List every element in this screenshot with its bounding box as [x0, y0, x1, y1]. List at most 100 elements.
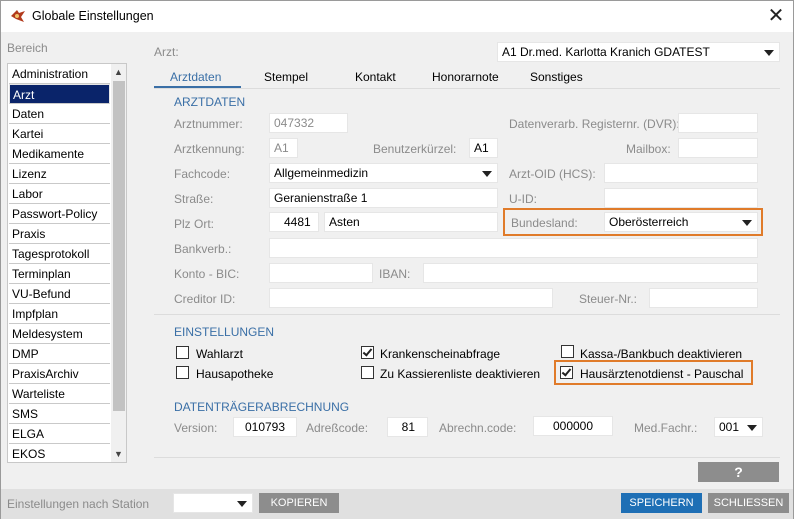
version-field[interactable]: 010793 — [233, 417, 297, 437]
sidebar-item-meldesystem[interactable]: Meldesystem — [9, 324, 110, 344]
hausapotheke-checkbox[interactable] — [176, 366, 189, 379]
tab-kontakt[interactable]: Kontakt — [355, 70, 396, 84]
medfachr-select-value: 001 — [719, 420, 740, 434]
iban-label: IBAN: — [379, 267, 411, 281]
sidebar-item-terminplan[interactable]: Terminplan — [9, 264, 110, 284]
sidebar-item-ekos[interactable]: EKOS — [9, 444, 110, 462]
sidebar-item-sms[interactable]: SMS — [9, 404, 110, 424]
medfachr-select[interactable]: 001 — [714, 417, 763, 437]
help-button[interactable]: ? — [698, 462, 779, 482]
arztnummer-label: Arztnummer: — [174, 117, 243, 131]
hausapotheke-label: Hausapotheke — [196, 367, 274, 381]
sidebar-item-lizenz[interactable]: Lizenz — [9, 164, 110, 184]
arzt-select[interactable]: A1 Dr.med. Karlotta Kranich GDATEST — [497, 42, 780, 62]
arzt-label: Arzt: — [154, 45, 179, 59]
kassierenliste-checkbox[interactable] — [361, 366, 374, 379]
sidebar-item-medikamente[interactable]: Medikamente — [9, 144, 110, 164]
wahlarzt-checkbox[interactable] — [176, 346, 189, 359]
app-logo-icon — [11, 10, 25, 22]
scroll-thumb[interactable] — [113, 81, 125, 411]
bankverb-field[interactable] — [269, 238, 758, 258]
sidebar-item-passwort-policy[interactable]: Passwort-Policy — [9, 204, 110, 224]
bundesland-label: Bundesland: — [511, 216, 578, 230]
tab-arztdaten[interactable]: Arztdaten — [170, 70, 221, 84]
bundesland-select-value: Oberösterreich — [609, 215, 689, 229]
fachcode-label: Fachcode: — [174, 167, 231, 181]
arztnummer-field[interactable]: 047332 — [269, 113, 348, 133]
arzt-oid-label: Arzt-OID (HCS): — [509, 167, 596, 181]
sidebar-item-praxisarchiv[interactable]: PraxisArchiv — [9, 364, 110, 384]
chevron-down-icon — [742, 220, 752, 226]
arzt-oid-field[interactable] — [604, 163, 758, 183]
sidebar-heading: Bereich — [7, 41, 48, 55]
sidebar-item-tagesprotokoll[interactable]: Tagesprotokoll — [9, 244, 110, 264]
settings-window: Globale Einstellungen ✕ Bereich Administ… — [0, 0, 794, 519]
sidebar-item-praxis[interactable]: Praxis — [9, 224, 110, 244]
creditor-label: Creditor ID: — [174, 292, 236, 306]
scroll-down-icon[interactable]: ▼ — [111, 446, 126, 462]
creditor-field[interactable] — [269, 288, 553, 308]
plz-field[interactable]: 4481 — [269, 212, 319, 232]
kassabuch-label: Kassa-/Bankbuch deaktivieren — [580, 347, 743, 361]
steuer-label: Steuer-Nr.: — [579, 292, 638, 306]
chevron-down-icon — [764, 50, 774, 56]
krankenschein-checkbox[interactable] — [361, 346, 374, 359]
notdienst-label: Hausärztenotdienst - Pauschal — [580, 367, 744, 381]
sidebar-list[interactable]: Administration Arzt Daten Kartei Medikamente… — [7, 63, 127, 463]
scroll-up-icon[interactable]: ▲ — [111, 64, 126, 80]
tab-divider — [154, 88, 780, 89]
strasse-field[interactable]: Geranienstraße 1 — [269, 188, 498, 208]
iban-field[interactable] — [423, 263, 758, 283]
section-datentraeger: DATENTRÄGERABRECHNUNG — [174, 400, 350, 414]
schliessen-button[interactable]: SCHLIESSEN — [708, 493, 789, 513]
abrechncode-field[interactable]: 000000 — [533, 416, 613, 436]
sidebar-item-vu-befund[interactable]: VU-Befund — [9, 284, 110, 304]
sidebar-item-labor[interactable]: Labor — [9, 184, 110, 204]
close-icon[interactable]: ✕ — [761, 3, 791, 29]
tab-stempel[interactable]: Stempel — [264, 70, 308, 84]
sidebar-item-kartei[interactable]: Kartei — [9, 124, 110, 144]
adresscode-label: Adreßcode: — [306, 421, 369, 435]
sidebar-item-impfplan[interactable]: Impfplan — [9, 304, 110, 324]
wahlarzt-label: Wahlarzt — [196, 347, 243, 361]
section-divider — [154, 314, 780, 315]
arztkennung-field[interactable]: A1 — [269, 138, 298, 158]
medfachr-label: Med.Fachr.: — [634, 421, 698, 435]
benutzerkuerzel-field[interactable]: A1 — [469, 138, 498, 158]
tab-honorarnote[interactable]: Honorarnote — [432, 70, 499, 84]
speichern-button[interactable]: SPEICHERN — [621, 493, 702, 513]
kassabuch-checkbox[interactable] — [561, 345, 574, 358]
steuer-field[interactable] — [649, 288, 758, 308]
sidebar-item-arzt[interactable]: Arzt — [9, 84, 110, 104]
mailbox-field[interactable] — [678, 138, 758, 158]
bic-field[interactable] — [269, 263, 373, 283]
ort-field[interactable]: Asten — [324, 212, 498, 232]
station-label: Einstellungen nach Station — [7, 497, 150, 511]
abrechncode-label: Abrechn.code: — [439, 421, 517, 435]
arztkennung-label: Arztkennung: — [174, 142, 245, 156]
mailbox-label: Mailbox: — [626, 142, 671, 156]
kopieren-button[interactable]: KOPIEREN — [259, 493, 339, 513]
sidebar-item-dmp[interactable]: DMP — [9, 344, 110, 364]
sidebar-item-warteliste[interactable]: Warteliste — [9, 384, 110, 404]
chevron-down-icon — [482, 171, 492, 177]
dvr-label: Datenverarb. Registernr. (DVR): — [509, 117, 680, 131]
sidebar-item-elga[interactable]: ELGA — [9, 424, 110, 444]
bundesland-select[interactable]: Oberösterreich — [604, 212, 758, 232]
bic-label: Konto - BIC: — [174, 267, 240, 281]
sidebar-scrollbar[interactable]: ▲ ▼ — [111, 64, 126, 462]
sidebar-item-daten[interactable]: Daten — [9, 104, 110, 124]
bottom-divider — [154, 457, 780, 458]
tab-sonstiges[interactable]: Sonstiges — [530, 70, 583, 84]
adresscode-field[interactable]: 81 — [387, 417, 428, 437]
dvr-field[interactable] — [678, 113, 758, 133]
uid-field[interactable] — [604, 188, 758, 208]
fachcode-select-value: Allgemeinmedizin — [274, 166, 369, 180]
fachcode-select[interactable]: Allgemeinmedizin — [269, 163, 498, 183]
section-einstellungen: EINSTELLUNGEN — [174, 325, 275, 339]
uid-label: U-ID: — [509, 192, 537, 206]
station-select[interactable] — [173, 493, 253, 513]
window-title: Globale Einstellungen — [32, 9, 154, 23]
sidebar-item-administration[interactable]: Administration — [9, 64, 110, 84]
notdienst-checkbox[interactable] — [560, 366, 573, 379]
